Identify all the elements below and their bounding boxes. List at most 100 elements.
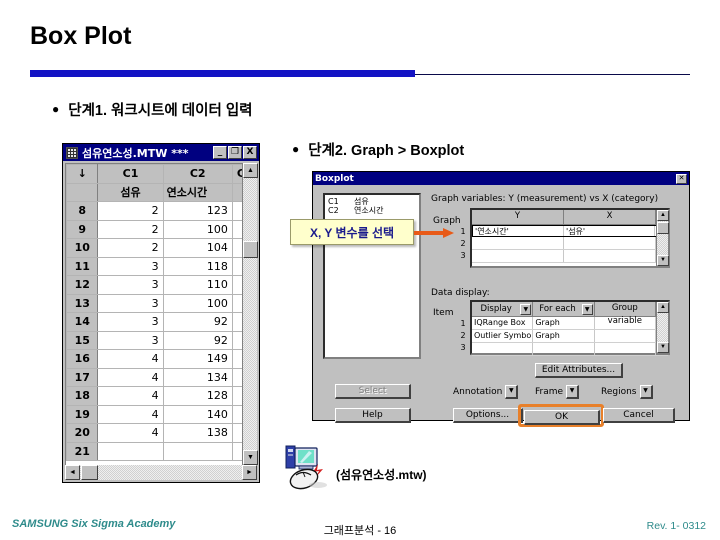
cell-c2[interactable]: 100 [162, 293, 233, 313]
chevron-down-icon[interactable]: ▼ [520, 303, 532, 315]
cell-c2[interactable]: 140 [162, 404, 233, 424]
scroll-down-icon[interactable]: ▼ [657, 255, 669, 266]
cell-c1[interactable]: 4 [97, 349, 164, 369]
table-row[interactable] [472, 343, 668, 356]
cell-group-variable[interactable] [595, 317, 656, 329]
cell-c2[interactable] [162, 441, 233, 461]
row-number[interactable]: 15 [66, 330, 99, 350]
row-number[interactable]: 10 [66, 238, 99, 258]
cell-c1[interactable]: 2 [97, 238, 164, 258]
table-row[interactable]: 10 2 104 [66, 238, 256, 258]
table-row[interactable]: 11 3 118 [66, 256, 256, 276]
scroll-right-icon[interactable]: ► [242, 465, 257, 480]
cell-c2[interactable]: 92 [162, 330, 233, 350]
row-number[interactable]: 11 [66, 256, 99, 276]
table-row[interactable]: 17 4 134 [66, 367, 256, 387]
cell-c1[interactable]: 3 [97, 256, 164, 276]
scroll-up-icon[interactable]: ▲ [657, 302, 669, 313]
table-row[interactable] [472, 250, 668, 263]
cell-c1[interactable]: 3 [97, 275, 164, 295]
scroll-up-icon[interactable]: ▲ [657, 210, 669, 221]
variable-list-item[interactable]: C1 섬유 [328, 197, 416, 206]
worksheet-grid-body[interactable]: ↓C1C2C3섬유연소시간821239210010210411311812311… [65, 163, 257, 480]
table-row[interactable]: 21 [66, 441, 256, 461]
table-row[interactable] [472, 237, 668, 250]
data-display-scrollbar[interactable]: ▲ ▼ [656, 302, 669, 353]
table-row[interactable]: 15 3 92 [66, 330, 256, 350]
cell-c1[interactable]: 2 [97, 201, 164, 221]
scroll-up-icon[interactable]: ▲ [243, 163, 258, 178]
table-row[interactable]: 20 4 138 [66, 423, 256, 443]
cell-c1[interactable]: 4 [97, 423, 164, 443]
worksheet-horizontal-scrollbar[interactable]: ◄ ► [65, 465, 257, 480]
chevron-down-icon[interactable]: ▼ [581, 303, 593, 315]
cell-display[interactable]: Outlier Symbol [472, 330, 534, 342]
table-row[interactable]: 12 3 110 [66, 275, 256, 295]
scroll-left-icon[interactable]: ◄ [65, 465, 80, 480]
table-row[interactable]: 18 4 128 [66, 386, 256, 406]
row-number[interactable]: 21 [66, 441, 99, 461]
dialog-title-bar[interactable]: Boxplot ✕ [313, 172, 689, 185]
cell-c2[interactable]: 100 [162, 219, 233, 239]
cell-c1[interactable]: 4 [97, 386, 164, 406]
options-button[interactable]: Options... [453, 408, 523, 423]
row-number[interactable]: 18 [66, 386, 99, 406]
row-number[interactable]: 12 [66, 275, 99, 295]
cell-c2[interactable]: 123 [162, 201, 233, 221]
table-row[interactable]: Outlier Symbol Graph [472, 330, 668, 343]
cell-x[interactable]: '섬유' [564, 226, 655, 236]
scroll-down-icon[interactable]: ▼ [657, 342, 669, 353]
cell-c2[interactable]: 110 [162, 275, 233, 295]
cell-y[interactable] [472, 237, 564, 249]
worksheet-grid[interactable]: ↓C1C2C3섬유연소시간821239210010210411311812311… [66, 164, 256, 461]
cancel-button[interactable]: Cancel [603, 408, 675, 423]
table-row[interactable]: '연소시간' '섬유' [472, 225, 668, 237]
column-header-c2[interactable]: C2 [162, 164, 233, 184]
vertical-scroll-thumb[interactable] [243, 241, 258, 258]
row-number[interactable]: 9 [66, 219, 99, 239]
row-number[interactable]: 19 [66, 404, 99, 424]
cell-c2[interactable]: 138 [162, 423, 233, 443]
scroll-down-icon[interactable]: ▼ [243, 450, 258, 465]
graph-variables-scrollbar[interactable]: ▲ ▼ [656, 210, 669, 266]
minitab-worksheet-window[interactable]: 섬유연소성.MTW *** _ ❐ X ↓C1C2C3섬유연소시간8212392… [62, 143, 260, 483]
worksheet-title-bar[interactable]: 섬유연소성.MTW *** _ ❐ X [63, 144, 259, 161]
table-row[interactable]: IQRange Box Graph [472, 317, 668, 330]
cell-c2[interactable]: 92 [162, 312, 233, 332]
worksheet-vertical-scrollbar[interactable]: ▲ ▼ [242, 163, 258, 465]
chevron-down-icon[interactable]: ▼ [505, 384, 519, 399]
boxplot-dialog[interactable]: Boxplot ✕ C1 섬유 C2 연소시간 Graph variables:… [312, 171, 690, 427]
row-number[interactable]: 13 [66, 293, 99, 313]
cell-group-variable[interactable] [595, 330, 656, 342]
column-name-c1[interactable]: 섬유 [97, 182, 164, 202]
edit-attributes-button[interactable]: Edit Attributes... [535, 363, 623, 378]
cell-group-variable[interactable] [595, 343, 656, 355]
close-icon[interactable]: ✕ [676, 173, 687, 184]
chevron-down-icon[interactable]: ▼ [639, 384, 653, 399]
chevron-down-icon[interactable]: ▼ [566, 384, 580, 399]
table-row[interactable]: 8 2 123 [66, 201, 256, 221]
graph-variables-table[interactable]: Y X '연소시간' '섬유' 1 2 3 ▲ ▼ [460, 208, 670, 268]
close-icon[interactable]: X [243, 146, 257, 159]
cell-c1[interactable] [97, 441, 164, 461]
cell-for-each[interactable]: Graph [533, 330, 595, 342]
variable-list-item[interactable]: C2 연소시간 [328, 206, 416, 215]
cell-c2[interactable]: 118 [162, 256, 233, 276]
scroll-thumb[interactable] [657, 222, 669, 234]
row-number[interactable]: 20 [66, 423, 99, 443]
maximize-icon[interactable]: ❐ [228, 146, 242, 159]
cell-c1[interactable]: 3 [97, 293, 164, 313]
cell-display[interactable]: IQRange Box [472, 317, 534, 329]
cell-x[interactable] [564, 237, 656, 249]
help-button[interactable]: Help [335, 408, 411, 423]
cell-c2[interactable]: 134 [162, 367, 233, 387]
regions-dropdown[interactable]: Regions ▼ [601, 384, 653, 399]
table-row[interactable]: 19 4 140 [66, 404, 256, 424]
annotation-dropdown[interactable]: Annotation ▼ [453, 384, 519, 399]
grid-corner-icon[interactable]: ↓ [66, 164, 99, 184]
cell-y[interactable] [472, 250, 564, 262]
variable-list-box[interactable]: C1 섬유 C2 연소시간 [323, 193, 421, 359]
row-number[interactable]: 14 [66, 312, 99, 332]
cell-c2[interactable]: 128 [162, 386, 233, 406]
cell-c1[interactable]: 2 [97, 219, 164, 239]
